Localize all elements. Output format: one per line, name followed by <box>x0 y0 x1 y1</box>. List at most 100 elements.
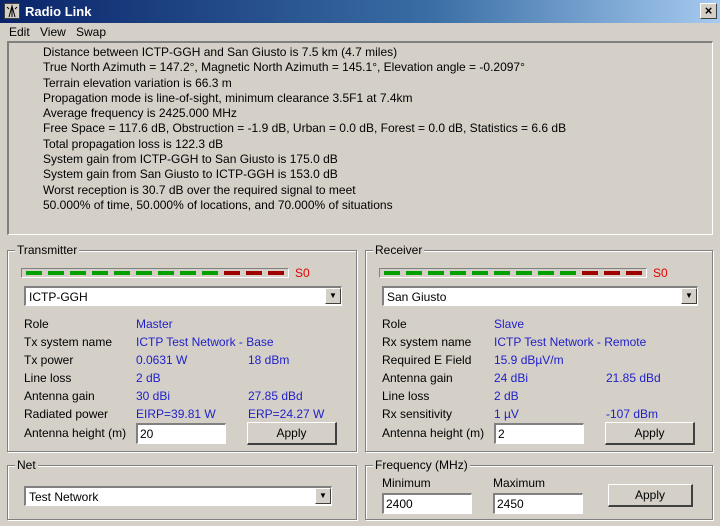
rx-height-label: Antenna height (m) <box>382 426 485 440</box>
chevron-down-icon[interactable]: ▼ <box>325 288 341 304</box>
rx-station-select[interactable]: San Giusto ▼ <box>382 286 698 306</box>
transmitter-group: Transmitter S0 ICTP-GGH ▼ Role Master Tx… <box>7 243 357 452</box>
radio-tower-icon <box>4 3 20 19</box>
tx-apply-button[interactable]: Apply <box>247 422 337 445</box>
frequency-min-label: Minimum <box>382 476 431 490</box>
tx-system-value: ICTP Test Network - Base <box>136 335 274 349</box>
meter-segment <box>48 271 64 275</box>
close-button[interactable]: × <box>700 3 717 19</box>
meter-segment <box>604 271 620 275</box>
rx-station-value: San Giusto <box>387 290 447 304</box>
rx-lineloss-value: 2 dB <box>494 389 519 403</box>
tx-power-label: Tx power <box>24 353 74 367</box>
meter-segment <box>472 271 488 275</box>
frequency-legend: Frequency (MHz) <box>373 458 470 472</box>
meter-segment <box>384 271 400 275</box>
receiver-group: Receiver S0 San Giusto ▼ Role Slave Rx s… <box>365 243 713 452</box>
meter-segment <box>224 271 240 275</box>
meter-segment <box>246 271 262 275</box>
net-group: Net Test Network ▼ <box>7 458 357 520</box>
meter-segment <box>406 271 422 275</box>
tx-station-value: ICTP-GGH <box>29 290 88 304</box>
chevron-down-icon[interactable]: ▼ <box>315 488 331 504</box>
report-line: True North Azimuth = 147.2°, Magnetic No… <box>43 60 525 75</box>
net-select[interactable]: Test Network ▼ <box>24 486 332 506</box>
title-bar: Radio Link × <box>0 0 720 23</box>
meter-segment <box>582 271 598 275</box>
tx-gain-label: Antenna gain <box>24 389 95 403</box>
rx-gain-dbd: 21.85 dBd <box>606 371 661 385</box>
rx-efield-label: Required E Field <box>382 353 472 367</box>
meter-segment <box>70 271 86 275</box>
tx-lineloss-label: Line loss <box>24 371 72 385</box>
meter-segment <box>114 271 130 275</box>
tx-lineloss-value: 2 dB <box>136 371 161 385</box>
receiver-legend: Receiver <box>373 243 425 257</box>
close-icon: × <box>704 3 713 18</box>
menu-view[interactable]: View <box>40 25 66 39</box>
report-panel[interactable]: Distance between ICTP-GGH and San Giusto… <box>7 41 713 235</box>
report-line: 50.000% of time, 50.000% of locations, a… <box>43 197 393 212</box>
meter-segment <box>516 271 532 275</box>
transmitter-legend: Transmitter <box>15 243 80 257</box>
rx-system-value: ICTP Test Network - Remote <box>494 335 647 349</box>
meter-segment <box>626 271 642 275</box>
tx-station-select[interactable]: ICTP-GGH ▼ <box>24 286 342 306</box>
tx-radiated-label: Radiated power <box>24 407 109 421</box>
frequency-min-input[interactable]: 2400 <box>382 493 472 514</box>
menu-swap[interactable]: Swap <box>76 25 106 39</box>
rx-role-value: Slave <box>494 317 525 331</box>
meter-segment <box>494 271 510 275</box>
meter-segment <box>268 271 284 275</box>
tx-eirp: EIRP=39.81 W <box>136 407 216 421</box>
rx-apply-button[interactable]: Apply <box>605 422 695 445</box>
report-line: Worst reception is 30.7 dB over the requ… <box>43 182 356 197</box>
tx-meter-label: S0 <box>295 266 310 280</box>
tx-role-label: Role <box>24 317 49 331</box>
report-line: Propagation mode is line-of-sight, minim… <box>43 90 413 105</box>
frequency-group: Frequency (MHz) Minimum Maximum 2400 245… <box>365 458 713 520</box>
frequency-max-input[interactable]: 2450 <box>493 493 583 514</box>
meter-segment <box>560 271 576 275</box>
report-line: System gain from San Giusto to ICTP-GGH … <box>43 167 338 182</box>
report-line: Free Space = 117.6 dB, Obstruction = -1.… <box>43 121 567 136</box>
tx-height-input[interactable]: 20 <box>136 423 226 444</box>
window-title: Radio Link <box>25 4 92 19</box>
rx-role-label: Role <box>382 317 407 331</box>
rx-gain-label: Antenna gain <box>382 371 453 385</box>
tx-erp: ERP=24.27 W <box>248 407 325 421</box>
rx-sensitivity-uv: 1 µV <box>494 407 519 421</box>
frequency-max-label: Maximum <box>493 476 546 490</box>
meter-segment <box>450 271 466 275</box>
tx-signal-meter <box>21 268 289 278</box>
tx-gain-dbi: 30 dBi <box>136 389 171 403</box>
report-line: Distance between ICTP-GGH and San Giusto… <box>43 45 398 59</box>
net-value: Test Network <box>29 490 99 504</box>
rx-efield-value: 15.9 dBµV/m <box>494 353 564 367</box>
tx-power-watts: 0.0631 W <box>136 353 188 367</box>
meter-segment <box>428 271 444 275</box>
chevron-down-icon[interactable]: ▼ <box>681 288 697 304</box>
meter-segment <box>202 271 218 275</box>
tx-role-value: Master <box>136 317 173 331</box>
rx-height-input[interactable]: 2 <box>494 423 584 444</box>
menu-edit[interactable]: Edit <box>9 25 30 39</box>
report-line: Average frequency is 2425.000 MHz <box>43 106 237 121</box>
meter-segment <box>158 271 174 275</box>
rx-sensitivity-dbm: -107 dBm <box>606 407 659 421</box>
tx-height-label: Antenna height (m) <box>24 426 127 440</box>
rx-gain-dbi: 24 dBi <box>494 371 529 385</box>
report-line: Total propagation loss is 122.3 dB <box>43 136 224 151</box>
meter-segment <box>26 271 42 275</box>
rx-signal-meter <box>379 268 647 278</box>
menu-bar: Edit View Swap <box>0 23 720 41</box>
report-line: System gain from ICTP-GGH to San Giusto … <box>43 152 338 167</box>
frequency-apply-button[interactable]: Apply <box>608 484 693 507</box>
tx-system-label: Tx system name <box>24 335 113 349</box>
tx-power-dbm: 18 dBm <box>248 353 290 367</box>
meter-segment <box>92 271 108 275</box>
tx-gain-dbd: 27.85 dBd <box>248 389 303 403</box>
rx-sensitivity-label: Rx sensitivity <box>382 407 453 421</box>
rx-system-label: Rx system name <box>382 335 472 349</box>
rx-lineloss-label: Line loss <box>382 389 430 403</box>
